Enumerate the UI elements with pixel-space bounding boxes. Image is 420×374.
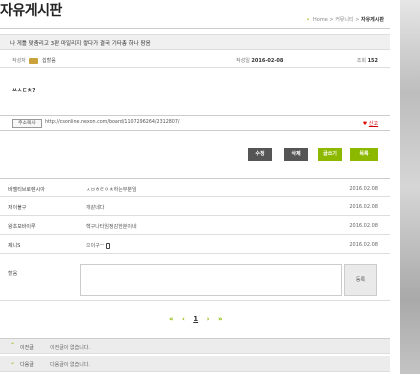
chevron-up-icon: ⌃ [10,342,16,349]
breadcrumb: • Home > 커뮤니티 > 자유게시판 [306,16,384,23]
pagination: « ‹ 1 › » [166,315,225,323]
prev-page-button[interactable]: ‹ [182,315,185,323]
comment-text-content: 으이구ㅡ [86,243,105,249]
comment-text: 개같네다 [86,205,105,211]
post-meta: 작성자 쉽할음 작성일 2016-02-08 조회 152 [0,52,390,68]
comment-author[interactable]: 제니S [8,242,20,249]
comment-row: 제니S 으이구ㅡ 2016.02.08 [0,235,390,254]
date-value: 2016-02-08 [251,58,284,64]
chevron-down-icon: ⌄ [10,359,16,366]
comment-row: 저이불구 개같네다 2016.02.08 [0,197,390,216]
report-label: 신고 [368,121,378,127]
list-button[interactable]: 목록 [350,148,378,161]
breadcrumb-separator: > [355,17,360,23]
breadcrumb-home[interactable]: Home [313,17,328,23]
post-views: 조회 152 [357,57,378,64]
post-date: 작성일 2016-02-08 [236,57,283,64]
next-post-label: 다음글 [20,362,34,368]
board-page: 자유게시판 • Home > 커뮤니티 > 자유게시판 나 게틀 맞춤리고 3판… [0,0,400,374]
writer-name[interactable]: 쉽할음 [42,58,56,64]
last-page-button[interactable]: » [218,315,223,323]
edit-button[interactable]: 수정 [248,148,272,161]
first-page-button[interactable]: « [169,315,174,323]
comment-list: 바젤티브로렌시아 ㅅㅂㅎㅌㅇㅊ하는부분임 2016.02.08 저이불구 개같네… [0,178,390,254]
next-post-text: 다음글이 없습니다. [50,362,90,368]
date-label: 작성일 [236,58,250,64]
write-button[interactable]: 글쓰기 [318,148,342,161]
comment-text: 으이구ㅡ [86,242,111,249]
comment-author[interactable]: 바젤티브로렌시아 [8,186,45,193]
heart-icon: ♥ [362,121,368,127]
divider [0,28,390,29]
reply-input[interactable] [80,264,342,296]
comment-date: 2016.02.08 [349,223,378,229]
prev-post-label: 이전글 [20,345,34,351]
views-label: 조회 [356,58,366,64]
reply-author: 할음 [8,271,18,277]
page-1[interactable]: 1 [193,315,198,323]
url-bar: 주소복사 http://csonline.nexon.com/board/110… [0,115,390,131]
reply-submit-button[interactable]: 등록 [344,264,377,296]
comment-date: 2016.02.08 [349,204,378,210]
bullet-icon: • [306,17,310,23]
post-url[interactable]: http://csonline.nexon.com/board/11072962… [45,120,180,125]
level-badge-icon [29,57,39,64]
background-image-strip [400,0,420,374]
comment-date: 2016.02.08 [349,186,378,192]
breadcrumb-community[interactable]: 커뮤니티 [335,17,353,23]
prev-post-row[interactable]: ⌃ 이전글 이전글이 없습니다. [0,338,390,354]
views-value: 152 [367,58,378,64]
reply-form: 할음 등록 [0,261,390,301]
comment-text: ㅅㅂㅎㅌㅇㅊ하는부분임 [86,187,137,193]
delete-button[interactable]: 삭제 [284,148,308,161]
comment-author[interactable]: 왕초보바이루 [8,223,36,230]
post-writer: 작성자 쉽할음 [12,57,56,64]
comment-text: 헥구나타임정감한분이네 [86,224,137,230]
comment-date: 2016.02.08 [349,242,378,248]
post-body: ㅆㅅㄷㅊ? [12,88,36,94]
page-title: 자유게시판 [0,3,62,19]
next-post-row[interactable]: ⌄ 다음글 다음글이 없습니다. [0,356,390,372]
next-page-button[interactable]: › [207,315,210,323]
comment-row: 왕초보바이루 헥구나타임정감한분이네 2016.02.08 [0,216,390,235]
writer-label: 작성자 [12,58,26,64]
copy-url-button[interactable]: 주소복사 [12,119,42,128]
comment-author[interactable]: 저이불구 [8,204,26,211]
breadcrumb-separator: > [329,17,334,23]
breadcrumb-current: 자유게시판 [360,17,384,23]
prev-post-text: 이전글이 없습니다. [50,345,90,351]
mobile-phone-icon [106,242,111,249]
report-link[interactable]: ♥ 신고 [363,120,378,127]
comment-row: 바젤티브로렌시아 ㅅㅂㅎㅌㅇㅊ하는부분임 2016.02.08 [0,178,390,197]
post-title: 나 게틀 맞춤리고 3판 마일리지 쌓다가 결국 기타총 하나 팜음 [0,34,390,50]
